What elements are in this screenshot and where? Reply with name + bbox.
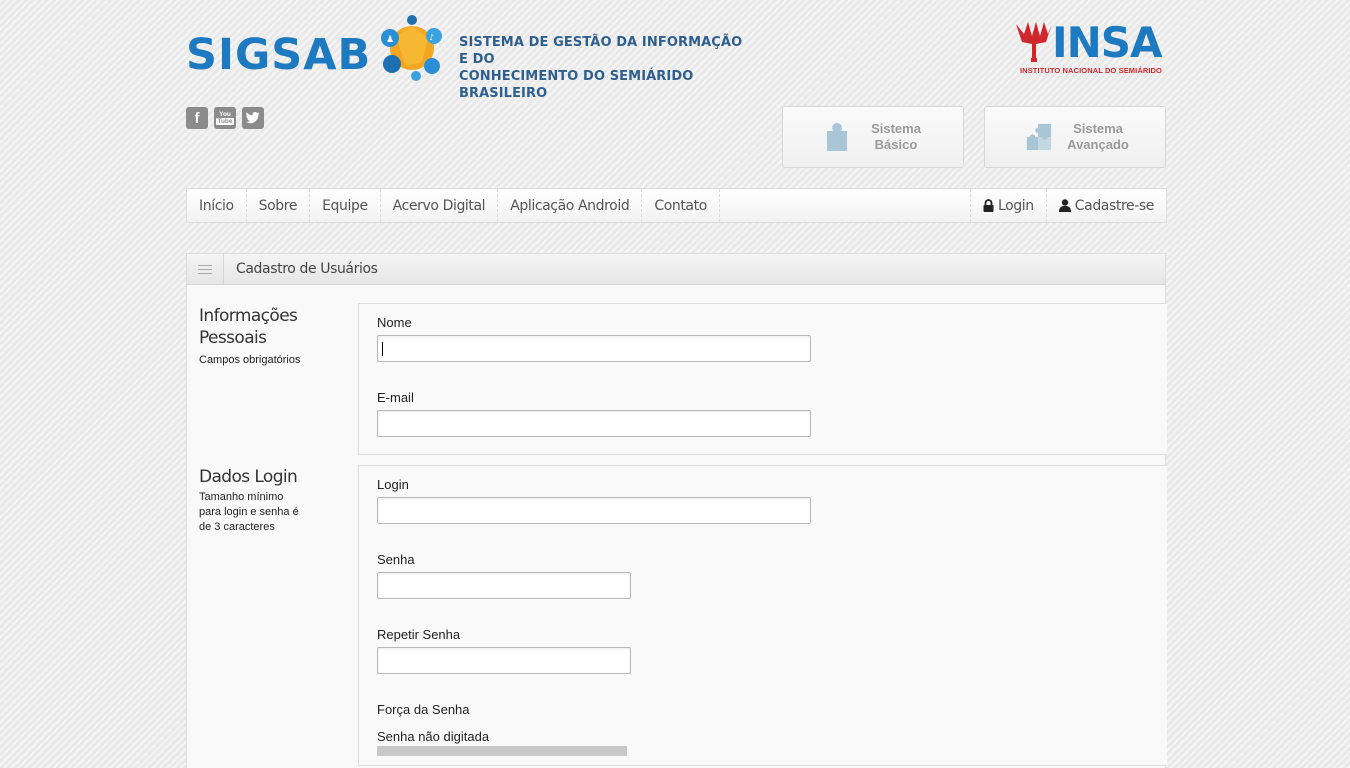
puzzle-piece-icon — [827, 123, 847, 151]
nav-item-register[interactable]: Cadastre-se — [1045, 189, 1166, 222]
nav-item-acervo-digital[interactable]: Acervo Digital — [381, 189, 499, 222]
login-data-section-label: Dados Login Tamanho mínimo para login e … — [199, 466, 299, 535]
advanced-system-button[interactable]: Sistema Avançado — [984, 106, 1166, 168]
text-caret — [382, 342, 383, 356]
lock-icon — [983, 199, 994, 212]
repeat-password-label: Repetir Senha — [377, 627, 461, 642]
login-note-line2: para login e senha é — [199, 506, 299, 518]
panel-header: Cadastro de Usuários — [187, 253, 1165, 285]
password-input[interactable] — [377, 572, 631, 599]
login-data-heading: Dados Login — [199, 467, 298, 487]
login-note-line1: Tamanho mínimo — [199, 491, 284, 503]
svg-text:♟: ♟ — [386, 35, 394, 45]
facebook-icon[interactable]: f — [186, 107, 208, 129]
advanced-system-line1: Sistema — [1073, 121, 1123, 136]
basic-system-label: Sistema Básico — [851, 121, 941, 153]
panel-title: Cadastro de Usuários — [236, 261, 378, 277]
personal-heading-line2: Pessoais — [199, 328, 267, 348]
youtube-icon[interactable]: You Tube — [214, 107, 236, 129]
page-wrapper: SIGSAB ♟ ♪ SISTEMA DE GESTÃO DA INFORMAÇ… — [186, 0, 1167, 768]
required-fields-note: Campos obrigatórios — [199, 354, 301, 366]
user-icon — [1058, 199, 1071, 212]
password-strength-label: Força da Senha — [377, 702, 470, 717]
nav-login-label: Login — [997, 197, 1034, 214]
basic-system-line1: Sistema — [871, 121, 921, 136]
login-label: Login — [377, 477, 409, 492]
insa-logo[interactable]: INSA INSTITUTO NACIONAL DO SEMIÁRIDO — [1014, 18, 1166, 78]
nav-item-login[interactable]: Login — [969, 189, 1046, 222]
advanced-system-label: Sistema Avançado — [1053, 121, 1143, 153]
sigsab-logo[interactable]: SIGSAB ♟ ♪ SISTEMA DE GESTÃO DA INFORMAÇ… — [186, 14, 746, 101]
advanced-system-line2: Avançado — [1067, 137, 1129, 152]
personal-info-section-label: Informações Pessoais Campos obrigatórios — [199, 305, 301, 368]
social-links: f You Tube — [186, 107, 264, 129]
svg-text:♪: ♪ — [429, 33, 434, 42]
insa-title: INSA — [1052, 18, 1163, 67]
login-data-fieldset: Login Senha Repetir Senha Força da Senha… — [358, 465, 1167, 766]
login-input[interactable] — [377, 497, 811, 524]
insa-subtitle: INSTITUTO NACIONAL DO SEMIÁRIDO — [1020, 66, 1162, 75]
basic-system-button[interactable]: Sistema Básico — [782, 106, 964, 168]
logo-subtitle-line2: CONHECIMENTO DO SEMIÁRIDO BRASILEIRO — [459, 69, 694, 101]
personal-heading-line1: Informações — [199, 306, 298, 326]
twitter-icon[interactable] — [242, 107, 264, 129]
nav-item-equipe[interactable]: Equipe — [310, 189, 381, 222]
personal-info-fieldset: Nome E-mail — [358, 303, 1167, 455]
basic-system-line2: Básico — [874, 137, 918, 152]
email-label: E-mail — [377, 390, 414, 405]
password-label: Senha — [377, 552, 415, 567]
login-data-note: Tamanho mínimo para login e senha é de 3… — [199, 490, 299, 535]
sigsab-emblem-icon: ♟ ♪ — [381, 15, 442, 81]
registration-panel: Cadastro de Usuários Informações Pessoai… — [186, 253, 1167, 768]
puzzle-pieces-icon — [1026, 123, 1052, 151]
repeat-password-input[interactable] — [377, 647, 631, 674]
nav-register-label: Cadastre-se — [1074, 197, 1155, 214]
nav-item-aplicacao-android[interactable]: Aplicação Android — [498, 189, 643, 222]
insa-emblem-icon — [1016, 22, 1052, 62]
nav-item-sobre[interactable]: Sobre — [247, 189, 311, 222]
logo-subtitle-line1: SISTEMA DE GESTÃO DA INFORMAÇÃO E DO — [459, 35, 743, 67]
nav-item-inicio[interactable]: Início — [187, 189, 247, 222]
nav-item-contato[interactable]: Contato — [642, 189, 720, 222]
name-label: Nome — [377, 315, 412, 330]
main-navbar: Início Sobre Equipe Acervo Digital Aplic… — [186, 188, 1167, 223]
password-strength-status: Senha não digitada — [377, 729, 490, 744]
list-icon — [187, 253, 224, 285]
name-input[interactable] — [377, 335, 811, 362]
logo-subtitle: SISTEMA DE GESTÃO DA INFORMAÇÃO E DO CON… — [459, 34, 746, 102]
email-input[interactable] — [377, 410, 811, 437]
personal-info-heading: Informações Pessoais — [199, 305, 301, 349]
password-strength-bar — [377, 746, 627, 756]
login-note-line3: de 3 caracteres — [199, 521, 275, 533]
logo-title: SIGSAB — [186, 30, 372, 80]
